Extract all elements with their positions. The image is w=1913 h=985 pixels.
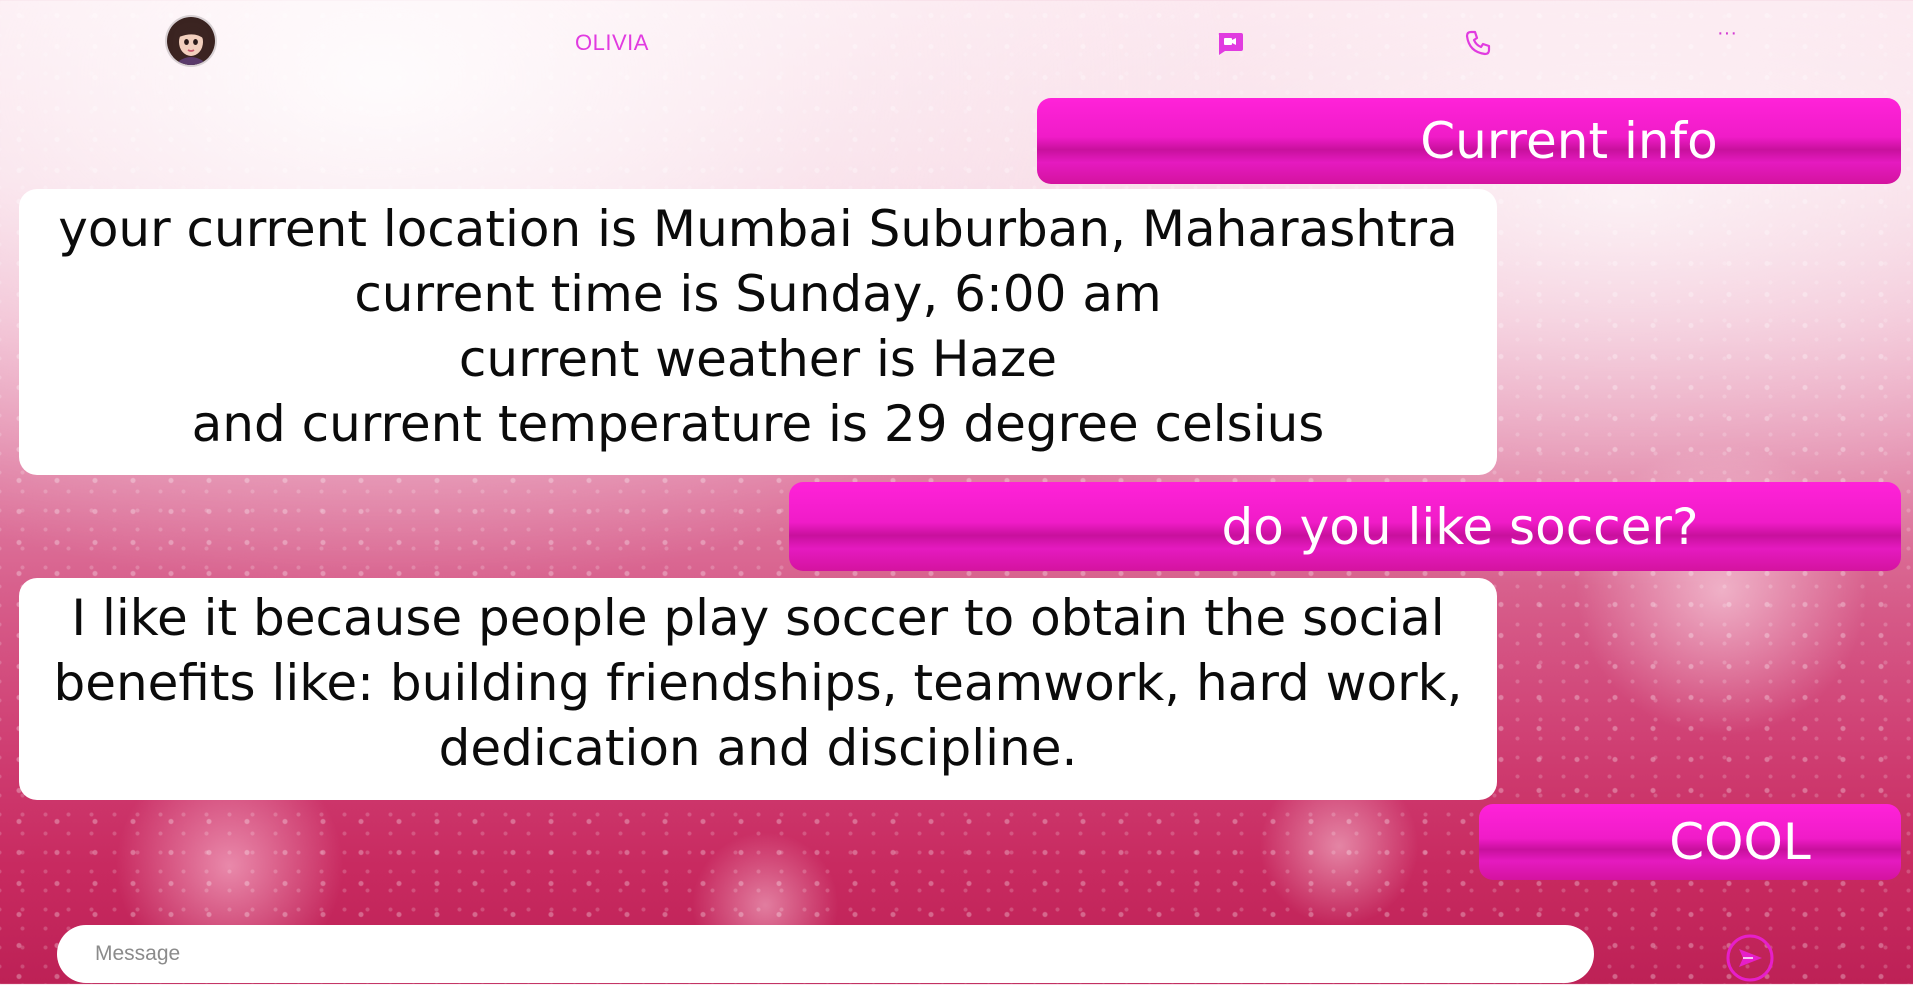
- phone-icon[interactable]: [1461, 26, 1495, 60]
- message-text: do you like soccer?: [1221, 497, 1699, 556]
- send-icon: [1726, 934, 1774, 982]
- message-text: COOL: [1669, 813, 1811, 871]
- message-bubble-user: Current info: [1037, 98, 1901, 184]
- send-button[interactable]: [1723, 931, 1777, 985]
- message-line: and current temperature is 29 degree cel…: [191, 395, 1325, 453]
- avatar-icon[interactable]: [167, 17, 215, 65]
- message-bubble-bot: your current location is Mumbai Suburban…: [19, 189, 1497, 475]
- message-bubble-user: do you like soccer?: [789, 482, 1901, 571]
- message-line: current weather is Haze: [458, 330, 1058, 388]
- message-line: dedication and discipline.: [438, 719, 1078, 777]
- message-bubble-bot: I like it because people play soccer to …: [19, 578, 1497, 800]
- more-options-icon[interactable]: ···: [1710, 16, 1744, 50]
- chat-header: OLIVIA ···: [0, 0, 1913, 86]
- message-bubble-user: COOL: [1479, 804, 1901, 880]
- video-call-icon[interactable]: [1213, 26, 1247, 60]
- message-line: your current location is Mumbai Suburban…: [58, 200, 1458, 258]
- message-text: Current info: [1420, 112, 1718, 170]
- contact-name: OLIVIA: [575, 30, 649, 55]
- message-input[interactable]: [57, 925, 1594, 983]
- message-line: current time is Sunday, 6:00 am: [354, 265, 1162, 323]
- message-line: I like it because people play soccer to …: [71, 589, 1445, 647]
- message-line: benefits like: building friendships, tea…: [53, 654, 1463, 712]
